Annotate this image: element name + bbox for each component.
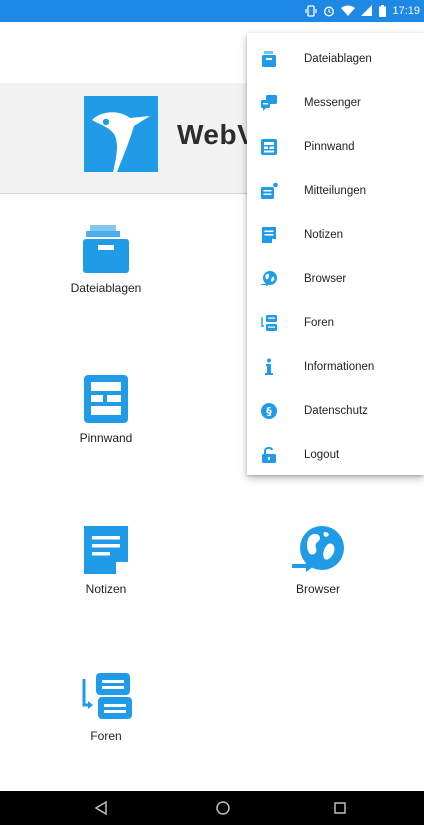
tile-notizen[interactable]: Notizen bbox=[0, 524, 212, 596]
recents-icon[interactable] bbox=[333, 800, 347, 816]
vibrate-icon bbox=[305, 5, 318, 17]
menu-item-label: Messenger bbox=[304, 97, 361, 109]
globe-icon bbox=[292, 526, 344, 572]
menu-item-notizen[interactable]: Notizen bbox=[247, 213, 424, 257]
menu-item-dateiablagen[interactable]: Dateiablagen bbox=[247, 37, 424, 81]
menu-item-label: Informationen bbox=[304, 361, 375, 373]
tile-label: Foren bbox=[90, 729, 122, 743]
tile-dateiablagen[interactable]: Dateiablagen bbox=[0, 223, 212, 295]
globe-icon bbox=[261, 271, 277, 287]
menu-item-pinnwand[interactable]: Pinnwand bbox=[247, 125, 424, 169]
battery-icon bbox=[379, 5, 387, 17]
back-icon[interactable] bbox=[94, 800, 108, 816]
tile-label: Notizen bbox=[85, 582, 127, 596]
board-icon bbox=[84, 375, 128, 423]
menu-item-label: Notizen bbox=[304, 229, 343, 241]
forum-icon bbox=[261, 315, 277, 331]
menu-item-informationen[interactable]: Informationen bbox=[247, 345, 424, 389]
privacy-icon: § bbox=[261, 403, 277, 419]
forum-icon bbox=[82, 673, 132, 719]
lock-open-icon bbox=[262, 446, 276, 463]
folder-icon bbox=[262, 51, 276, 67]
note-icon bbox=[84, 526, 128, 574]
menu-item-browser[interactable]: Browser bbox=[247, 257, 424, 301]
signal-icon bbox=[361, 5, 373, 16]
svg-text:§: § bbox=[266, 405, 272, 418]
status-icons: 17:19 bbox=[305, 0, 420, 22]
menu-item-datenschutz[interactable]: § Datenschutz bbox=[247, 389, 424, 433]
tile-label: Dateiablagen bbox=[70, 281, 142, 295]
menu-item-label: Mitteilungen bbox=[304, 185, 367, 197]
overflow-menu: Dateiablagen Messenger Pinnwand Mitteilu… bbox=[247, 33, 424, 475]
status-bar: 17:19 bbox=[0, 0, 424, 22]
menu-item-messenger[interactable]: Messenger bbox=[247, 81, 424, 125]
menu-item-label: Pinnwand bbox=[304, 141, 355, 153]
alarm-icon bbox=[324, 6, 335, 17]
menu-item-foren[interactable]: Foren bbox=[247, 301, 424, 345]
menu-item-label: Dateiablagen bbox=[304, 53, 372, 65]
menu-item-label: Datenschutz bbox=[304, 405, 368, 417]
board-icon bbox=[261, 139, 277, 155]
message-icon bbox=[261, 182, 278, 199]
home-icon[interactable] bbox=[215, 800, 231, 816]
chat-icon bbox=[261, 95, 277, 111]
logo-text: WebV bbox=[177, 119, 257, 150]
tile-label: Pinnwand bbox=[79, 431, 133, 445]
tile-label: Browser bbox=[295, 582, 340, 596]
menu-item-logout[interactable]: Logout bbox=[247, 433, 424, 477]
folder-icon bbox=[83, 225, 129, 273]
wifi-icon bbox=[341, 5, 356, 16]
menu-item-label: Browser bbox=[304, 273, 347, 285]
menu-item-label: Logout bbox=[304, 449, 340, 461]
info-icon bbox=[265, 358, 273, 375]
tile-foren[interactable]: Foren bbox=[0, 671, 212, 743]
navigation-bar bbox=[0, 791, 424, 825]
tile-browser[interactable]: Browser bbox=[212, 524, 424, 596]
note-icon bbox=[262, 227, 276, 243]
menu-item-label: Foren bbox=[304, 317, 335, 329]
status-time: 17:19 bbox=[392, 5, 420, 17]
tile-pinnwand[interactable]: Pinnwand bbox=[0, 373, 212, 445]
menu-item-mitteilungen[interactable]: Mitteilungen bbox=[247, 169, 424, 213]
logo-bird-icon bbox=[84, 96, 158, 172]
